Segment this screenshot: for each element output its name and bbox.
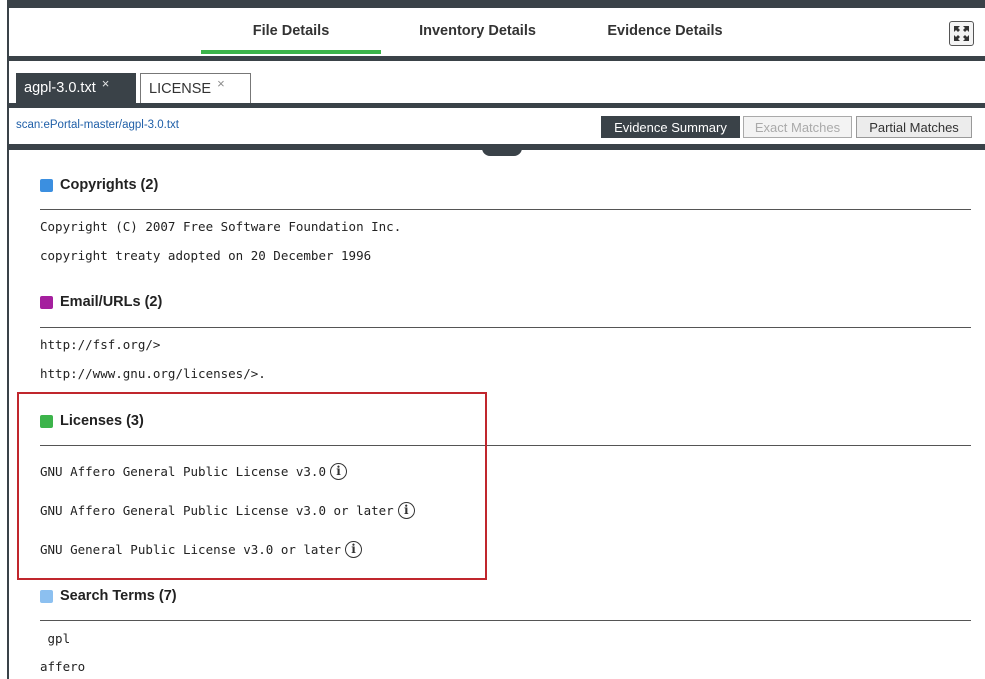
emails-color-icon [40, 295, 53, 309]
expand-arrows-icon [954, 26, 969, 41]
tab-evidence-details[interactable]: Evidence Details [590, 8, 740, 53]
email-url-item: http://fsf.org/> [40, 336, 161, 352]
search-term-item: gpl [40, 630, 71, 646]
copyright-item: Copyright (C) 2007 Free Software Foundat… [40, 218, 402, 234]
file-tab-label: LICENSE [149, 80, 212, 97]
emails-heading: Email/URLs (2) [40, 294, 162, 310]
left-border [7, 0, 9, 679]
file-tabs-divider [9, 103, 985, 108]
section-divider [40, 327, 971, 328]
exact-matches-button[interactable]: Exact Matches [743, 116, 852, 138]
close-icon[interactable]: × [102, 76, 110, 91]
file-tab-agpl[interactable]: agpl-3.0.txt × [16, 73, 136, 103]
file-tab-license[interactable]: LICENSE × [140, 73, 251, 103]
copyright-item: copyright treaty adopted on 20 December … [40, 247, 372, 263]
file-path-link[interactable]: scan:ePortal-master/agpl-3.0.txt [16, 119, 179, 131]
search-terms-title: Search Terms (7) [60, 588, 177, 604]
copyrights-title: Copyrights (2) [60, 177, 159, 193]
close-icon[interactable]: × [217, 76, 225, 91]
licenses-highlight-box [17, 392, 487, 580]
expand-button[interactable] [949, 21, 974, 46]
search-term-item: affero [40, 658, 86, 674]
search-terms-heading: Search Terms (7) [40, 588, 177, 604]
top-border [7, 0, 985, 8]
section-divider [40, 209, 971, 210]
tab-file-details[interactable]: File Details [201, 8, 381, 54]
tab-inventory-details[interactable]: Inventory Details [400, 8, 555, 53]
evidence-summary-button[interactable]: Evidence Summary [601, 116, 740, 138]
copyrights-heading: Copyrights (2) [40, 177, 158, 193]
header-divider [9, 56, 985, 61]
emails-title: Email/URLs (2) [60, 294, 163, 310]
email-url-item: http://www.gnu.org/licenses/>. [40, 365, 266, 381]
copyrights-color-icon [40, 178, 53, 192]
search-terms-color-icon [40, 589, 53, 603]
section-divider [40, 620, 971, 621]
partial-matches-button[interactable]: Partial Matches [856, 116, 972, 138]
collapse-handle[interactable] [482, 148, 522, 156]
file-tab-label: agpl-3.0.txt [24, 80, 96, 96]
